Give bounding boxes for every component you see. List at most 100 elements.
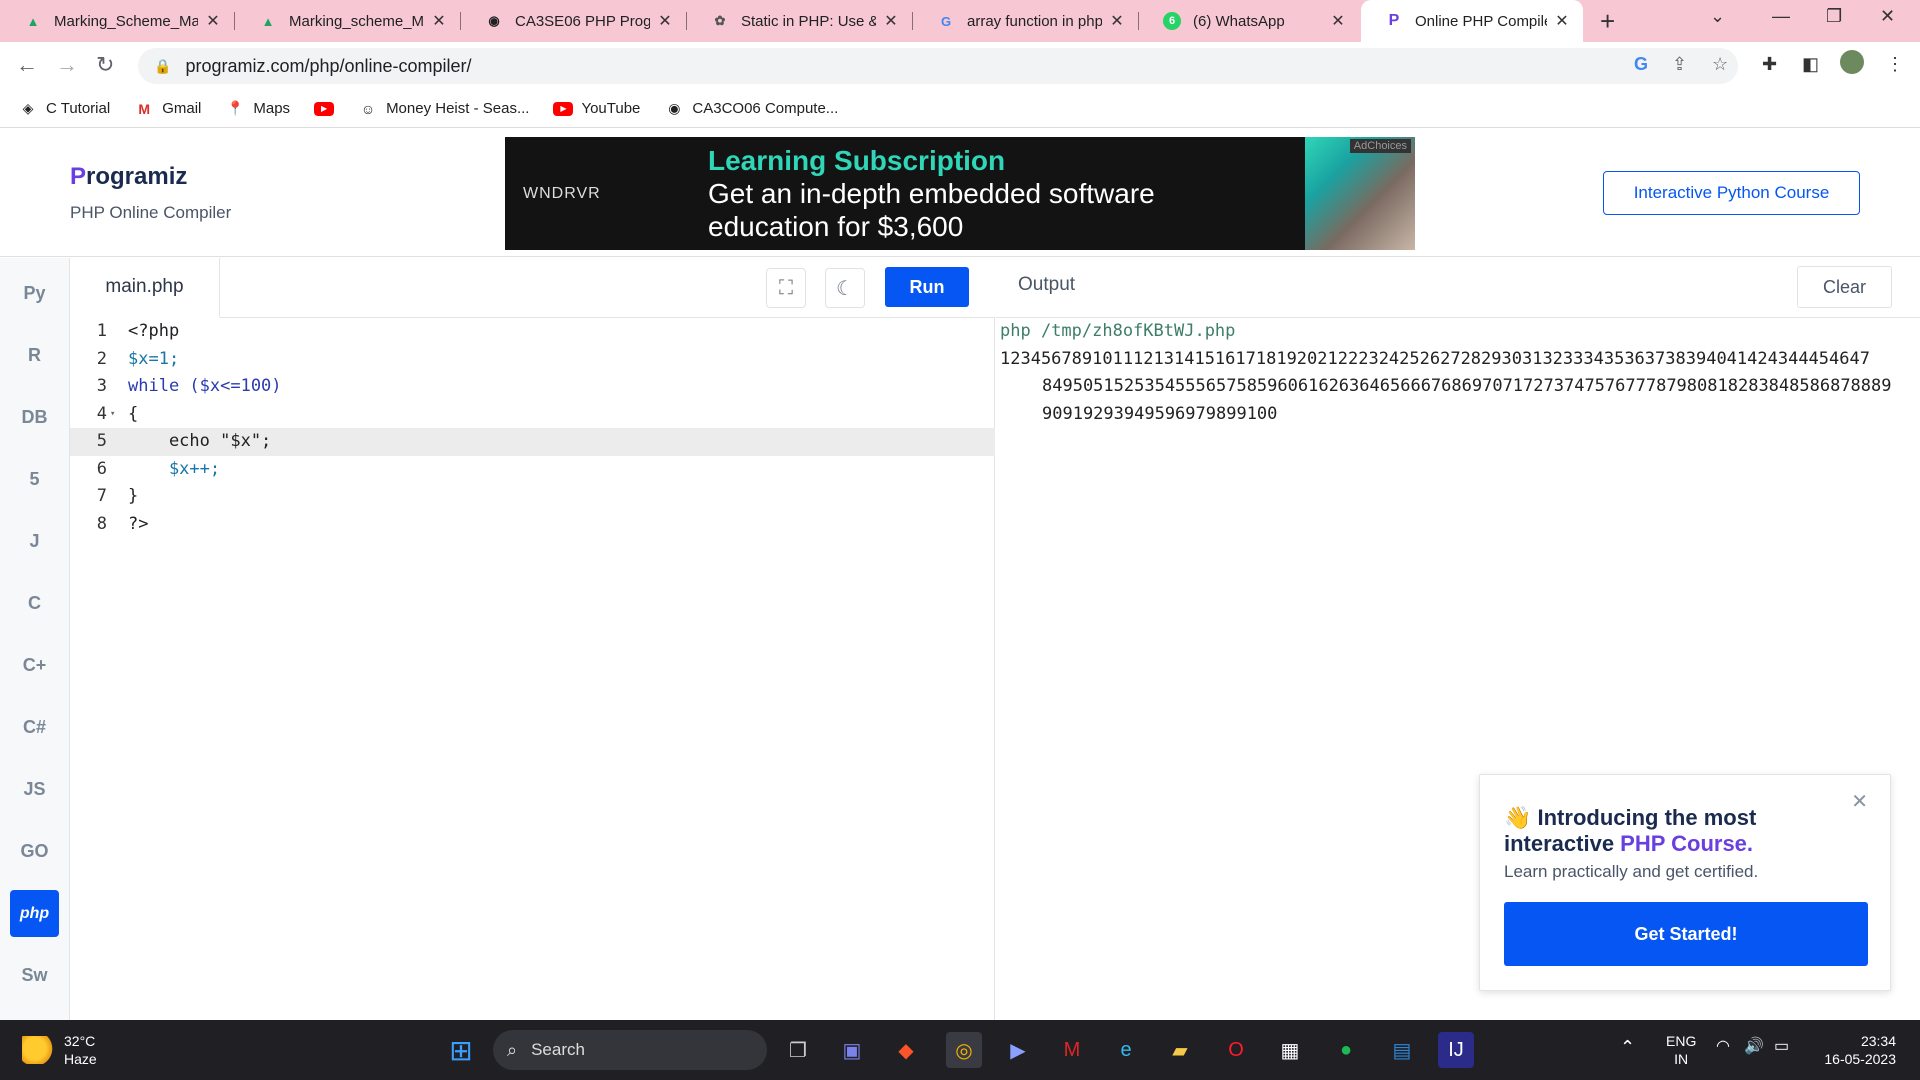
java-icon[interactable]: J <box>10 518 59 565</box>
file-tab-main-php[interactable]: main.php <box>70 258 220 318</box>
taskbar-search[interactable]: ⌕ Search <box>493 1030 767 1070</box>
c-icon[interactable]: C <box>10 580 59 627</box>
intellij-icon[interactable]: IJ <box>1438 1032 1474 1068</box>
clock[interactable]: 23:34 16-05-2023 <box>1812 1032 1896 1068</box>
side-panel-icon[interactable]: ◧ <box>1802 54 1819 75</box>
back-arrow-icon[interactable]: ← <box>16 52 38 78</box>
code-line: 8 ?> <box>70 511 995 539</box>
sql-icon[interactable]: DB <box>10 394 59 441</box>
opera-icon[interactable]: O <box>1218 1032 1254 1068</box>
battery-icon[interactable]: ▭ <box>1774 1038 1789 1056</box>
go-icon[interactable]: GO <box>10 828 59 875</box>
code-line: 2 $x=1; <box>70 346 995 374</box>
language-code: ENG <box>1666 1033 1697 1049</box>
php-icon[interactable]: php <box>10 890 59 937</box>
bookmark-youtube[interactable]: ▶ YouTube <box>553 100 640 117</box>
tab-close-icon[interactable]: ✕ <box>1553 11 1571 31</box>
share-icon[interactable]: ⇪ <box>1672 54 1687 75</box>
maps-icon: 📍 <box>226 100 245 116</box>
tab-static-php[interactable]: ✿ Static in PHP: Use & E ✕ <box>687 0 912 42</box>
minimize-icon[interactable]: — <box>1772 6 1790 27</box>
tab-close-icon[interactable]: ✕ <box>204 11 222 31</box>
tray-overflow-chevron-icon[interactable]: ⌃ <box>1620 1038 1635 1056</box>
clear-button[interactable]: Clear <box>1797 266 1892 308</box>
bookmark-label: Money Heist - Seas... <box>386 100 530 117</box>
bookmark-gmail[interactable]: M Gmail <box>134 100 201 118</box>
tab-close-icon[interactable]: ✕ <box>656 11 674 31</box>
tab-close-icon[interactable]: ✕ <box>882 11 900 31</box>
cpp-icon[interactable]: C+ <box>10 642 59 689</box>
line-number: 6 <box>96 458 107 479</box>
forward-arrow-icon[interactable]: → <box>56 52 78 78</box>
fullscreen-icon[interactable]: ⛶ <box>766 268 806 308</box>
volume-icon[interactable]: 🔊 <box>1744 1038 1764 1056</box>
tab-whatsapp[interactable]: 6 (6) WhatsApp ✕ <box>1139 0 1359 42</box>
javascript-icon[interactable]: JS <box>10 766 59 813</box>
extensions-puzzle-icon[interactable]: ✚ <box>1762 54 1777 75</box>
tab-close-icon[interactable]: ✕ <box>1329 11 1347 31</box>
teams-chat-icon[interactable]: ▣ <box>834 1032 870 1068</box>
tab-marking-scheme-2[interactable]: ▲ Marking_scheme_May ✕ <box>235 0 460 42</box>
bookmark-money-heist[interactable]: ☺ Money Heist - Seas... <box>358 100 530 118</box>
new-tab-plus-icon[interactable]: + <box>1600 6 1615 37</box>
task-view-icon[interactable]: ❐ <box>780 1032 816 1068</box>
file-explorer-icon[interactable]: ▰ <box>1162 1032 1198 1068</box>
brave-icon[interactable]: ◆ <box>888 1032 924 1068</box>
promo-title-highlight: PHP Course. <box>1620 831 1754 856</box>
bookmark-label: Maps <box>253 100 291 117</box>
html5-icon[interactable]: 5 <box>10 456 59 503</box>
clipchamp-icon[interactable]: ▶ <box>1000 1032 1036 1068</box>
python-icon[interactable]: Py <box>10 270 59 317</box>
word-app-icon[interactable]: ▤ <box>1384 1032 1420 1068</box>
tab-online-php-compiler[interactable]: P Online PHP Compiler ✕ <box>1361 0 1583 42</box>
microsoft-store-icon[interactable]: ▦ <box>1272 1032 1308 1068</box>
bookmark-youtube-plain[interactable]: ▶ <box>314 101 335 116</box>
tab-php-program[interactable]: ◉ CA3SE06 PHP Program ✕ <box>461 0 686 42</box>
tab-marking-scheme-1[interactable]: ▲ Marking_Scheme_May ✕ <box>0 0 234 42</box>
spotify-icon[interactable]: ● <box>1328 1032 1364 1068</box>
chrome-icon[interactable]: ◎ <box>946 1032 982 1068</box>
output-toolbar: Output Clear <box>996 258 1920 318</box>
ad-choices-badge[interactable]: AdChoices <box>1349 139 1411 153</box>
url-bar[interactable]: 🔒 programiz.com/php/online-compiler/ <box>138 48 1738 84</box>
dark-mode-moon-icon[interactable]: ☾ <box>825 268 865 308</box>
get-started-button[interactable]: Get Started! <box>1504 902 1868 966</box>
language-indicator[interactable]: ENG IN <box>1666 1032 1696 1068</box>
output-console[interactable]: php /tmp/zh8ofKBtWJ.php 1234567891011121… <box>1000 318 1910 428</box>
bookmarks-bar: ◈ C Tutorial M Gmail 📍 Maps ▶ ☺ Money He… <box>0 90 1920 128</box>
programiz-logo[interactable]: Programiz <box>70 163 187 191</box>
gmail-icon: M <box>138 100 151 117</box>
lock-icon[interactable]: 🔒 <box>154 58 171 75</box>
csharp-icon[interactable]: C# <box>10 704 59 751</box>
interactive-python-course-button[interactable]: Interactive Python Course <box>1603 171 1860 215</box>
tab-close-icon[interactable]: ✕ <box>1108 11 1126 31</box>
restore-icon[interactable]: ❐ <box>1826 6 1842 27</box>
bookmark-maps[interactable]: 📍 Maps <box>225 100 290 118</box>
swift-icon[interactable]: Sw <box>10 952 59 999</box>
edge-icon[interactable]: e <box>1108 1032 1144 1068</box>
windows-start-icon[interactable]: ⊞ <box>443 1032 479 1068</box>
advertisement-banner[interactable]: WNDRVR Learning Subscription Get an in-d… <box>505 137 1415 250</box>
profile-avatar[interactable] <box>1840 50 1864 74</box>
tab-close-icon[interactable]: ✕ <box>430 11 448 31</box>
code-area[interactable]: 1 <?php 2 $x=1; 3 while ($x<=100) 4 ▾ { 5 ech… <box>70 318 995 538</box>
menu-kebab-icon[interactable]: ⋮ <box>1886 54 1904 75</box>
weather-widget[interactable]: 32°C Haze <box>22 1032 97 1068</box>
tab-title: (6) WhatsApp <box>1193 12 1285 30</box>
promo-title: 👋 Introducing the most interactive PHP C… <box>1504 805 1824 857</box>
bookmark-ca3co06[interactable]: ◉ CA3CO06 Compute... <box>664 100 838 118</box>
fold-arrow-icon[interactable]: ▾ <box>110 401 115 429</box>
google-lens-icon[interactable]: G <box>1634 54 1648 75</box>
close-icon[interactable]: ✕ <box>1851 789 1868 814</box>
tab-search-chevron-icon[interactable]: ⌄ <box>1710 6 1725 27</box>
mcafee-icon[interactable]: M <box>1054 1032 1090 1068</box>
tab-array-function[interactable]: G array function in php ✕ <box>913 0 1138 42</box>
reload-icon[interactable]: ↻ <box>96 52 114 78</box>
page-subtitle: PHP Online Compiler <box>70 203 232 222</box>
wifi-icon[interactable]: ◠ <box>1716 1038 1730 1056</box>
r-icon[interactable]: R <box>10 332 59 379</box>
bookmark-star-icon[interactable]: ☆ <box>1712 54 1728 75</box>
run-button[interactable]: Run <box>885 267 969 307</box>
bookmark-c-tutorial[interactable]: ◈ C Tutorial <box>18 100 111 118</box>
close-window-icon[interactable]: ✕ <box>1880 6 1895 27</box>
